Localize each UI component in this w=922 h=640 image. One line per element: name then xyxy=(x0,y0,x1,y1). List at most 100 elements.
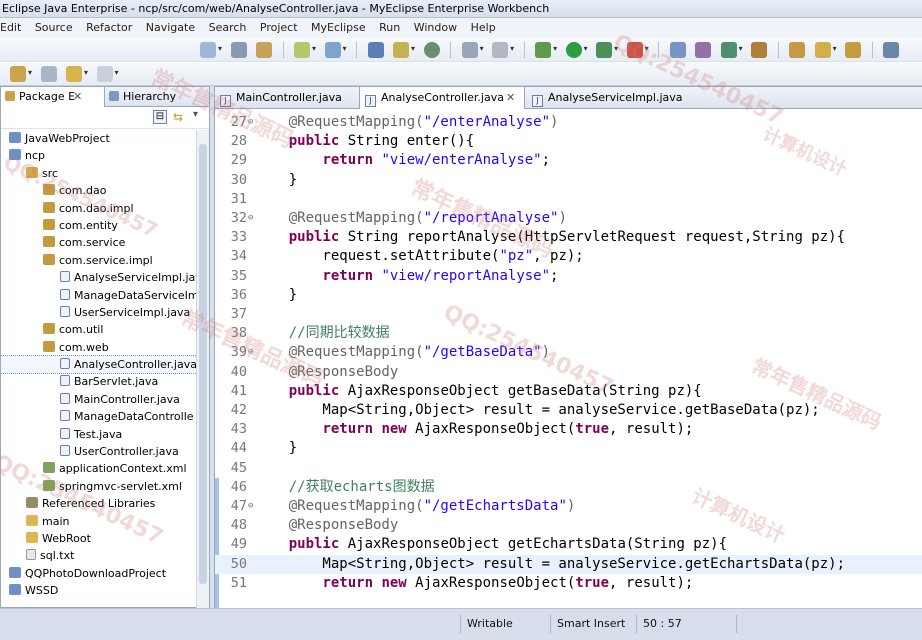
tree-item[interactable]: src xyxy=(1,165,197,182)
tree-item[interactable]: com.entity xyxy=(1,217,197,234)
code-line[interactable]: 28 public String enter(){ xyxy=(215,132,922,151)
code-line[interactable]: 38 //同期比较数据 xyxy=(215,324,922,343)
run-config-icon[interactable] xyxy=(596,42,613,58)
tree-item[interactable]: AnalyseController.java xyxy=(1,355,197,375)
tree-item[interactable]: MainController.java xyxy=(1,391,197,408)
tree-item[interactable]: com.dao xyxy=(1,182,197,199)
menu-window[interactable]: Window xyxy=(414,21,457,34)
code-line[interactable]: 44 } xyxy=(215,439,922,458)
chevron-down-icon[interactable]: ▾ xyxy=(614,44,618,53)
tree-item[interactable]: sql.txt xyxy=(1,547,197,564)
open-resource-icon[interactable] xyxy=(751,42,768,58)
tree-item[interactable]: JavaWebProject xyxy=(1,130,197,147)
tree-item[interactable]: BarServlet.java xyxy=(1,373,197,390)
code-line[interactable]: 42 Map<String,Object> result = analyseSe… xyxy=(215,401,922,420)
chevron-down-icon[interactable]: ▾ xyxy=(510,44,514,53)
tab-package-explorer[interactable]: Package E ✕ xyxy=(1,87,105,107)
code-line[interactable]: 48 @ResponseBody xyxy=(215,516,922,535)
new-interface-icon[interactable] xyxy=(695,42,712,58)
layout-icon[interactable] xyxy=(461,42,478,58)
chevron-down-icon[interactable]: ▾ xyxy=(115,68,119,77)
tree-item[interactable]: UserController.java xyxy=(1,443,197,460)
tree-item[interactable]: com.service xyxy=(1,234,197,251)
debug-icon[interactable] xyxy=(535,42,552,58)
web-browser-icon[interactable] xyxy=(423,42,440,58)
tree-item[interactable]: WebRoot xyxy=(1,530,197,547)
new-package-icon[interactable] xyxy=(669,42,686,58)
new-wizard-icon[interactable] xyxy=(720,42,737,58)
chevron-down-icon[interactable]: ▾ xyxy=(739,44,743,53)
chevron-down-icon[interactable]: ▾ xyxy=(84,68,88,77)
deploy-icon[interactable] xyxy=(294,42,311,58)
tree-item[interactable]: ManageDataControlle xyxy=(1,408,197,425)
code-line[interactable]: 47 ⊖ @RequestMapping("/getEchartsData") xyxy=(215,497,922,516)
save-icon[interactable] xyxy=(230,42,247,58)
code-line[interactable]: 46 //获取echarts图数据 xyxy=(215,478,922,497)
new-class-icon[interactable] xyxy=(393,42,410,58)
tab-analyseserviceimpl[interactable]: J AnalyseServiceImpl.java xyxy=(527,87,697,109)
tree-item[interactable]: springmvc-servlet.xml xyxy=(1,478,197,495)
tree-item[interactable]: AnalyseServiceImpl.java xyxy=(1,269,197,286)
tree-item[interactable]: Test.java xyxy=(1,426,197,443)
collapse-all-icon[interactable]: ⊟ xyxy=(153,110,167,124)
tree-item[interactable]: com.dao.impl xyxy=(1,200,197,217)
code-line[interactable]: 37 xyxy=(215,305,922,324)
chevron-down-icon[interactable]: ▾ xyxy=(411,44,415,53)
code-line[interactable]: 39 ⊖ @RequestMapping("/getBaseData") xyxy=(215,343,922,362)
tree-item[interactable]: QQPhotoDownloadProject xyxy=(1,565,197,582)
menu-edit[interactable]: Edit xyxy=(0,21,21,34)
open-folder-icon[interactable] xyxy=(845,42,862,58)
chevron-down-icon[interactable]: ▾ xyxy=(645,44,649,53)
tab-hierarchy[interactable]: Hierarchy xyxy=(105,87,211,107)
tab-analysecontroller[interactable]: J AnalyseController.java ✕ xyxy=(359,87,525,109)
tree-item[interactable]: UserServiceImpl.java xyxy=(1,304,197,321)
settings-icon[interactable] xyxy=(492,42,509,58)
open-type-icon[interactable] xyxy=(367,42,384,58)
chevron-down-icon[interactable]: ▾ xyxy=(312,44,316,53)
tree-item[interactable]: applicationContext.xml xyxy=(1,460,197,477)
chevron-down-icon[interactable]: ▾ xyxy=(833,44,837,53)
pin-icon[interactable] xyxy=(10,66,26,82)
tree-item[interactable]: WSSD xyxy=(1,582,197,599)
code-line[interactable]: 30 } xyxy=(215,171,922,190)
task-icon[interactable] xyxy=(789,42,806,58)
code-line[interactable]: 40 @ResponseBody xyxy=(215,363,922,382)
forward-icon[interactable] xyxy=(96,66,113,82)
tree-item[interactable]: ManageDataServiceIm xyxy=(1,287,197,304)
menu-myeclipse[interactable]: MyEclipse xyxy=(311,21,366,34)
tree-scrollbar[interactable] xyxy=(196,130,209,608)
code-line[interactable]: 50 Map<String,Object> result = analyseSe… xyxy=(215,554,922,574)
chevron-down-icon[interactable]: ▾ xyxy=(553,44,557,53)
fold-toggle-icon[interactable]: ⊖ xyxy=(248,209,253,228)
code-line[interactable]: 51 return new AjaxResponseObject(true, r… xyxy=(215,574,922,593)
chevron-down-icon[interactable]: ▾ xyxy=(343,44,347,53)
menu-project[interactable]: Project xyxy=(260,21,298,34)
code-line[interactable]: 32 ⊖ @RequestMapping("/reportAnalyse") xyxy=(215,209,922,228)
chevron-down-icon[interactable]: ▾ xyxy=(480,44,484,53)
fold-toggle-icon[interactable]: ⊖ xyxy=(248,113,253,132)
view-menu-icon[interactable]: ▾ xyxy=(193,109,198,120)
code-line[interactable]: 35 return "view/reportAnalyse"; xyxy=(215,267,922,286)
tree-item[interactable]: ncp xyxy=(1,147,197,164)
code-line[interactable]: 36 } xyxy=(215,286,922,305)
new-icon[interactable] xyxy=(200,42,216,58)
tab-maincontroller[interactable]: J MainController.java xyxy=(215,87,357,109)
code-line[interactable]: 34 request.setAttribute("pz", pz); xyxy=(215,247,922,266)
code-line[interactable]: 45 xyxy=(215,459,922,478)
fold-toggle-icon[interactable]: ⊖ xyxy=(248,497,253,516)
tree-item[interactable]: com.web xyxy=(1,339,197,356)
tree-item[interactable]: com.service.impl xyxy=(1,252,197,269)
back-icon[interactable] xyxy=(66,66,83,82)
menu-refactor[interactable]: Refactor xyxy=(86,21,132,34)
last-edit-icon[interactable] xyxy=(40,66,57,82)
menu-run[interactable]: Run xyxy=(379,21,400,34)
code-line[interactable]: 43 return new AjaxResponseObject(true, r… xyxy=(215,420,922,439)
perspective-icon[interactable] xyxy=(883,42,900,58)
code-line[interactable]: 41 public AjaxResponseObject getBaseData… xyxy=(215,382,922,401)
scrollbar-thumb[interactable] xyxy=(199,144,207,584)
code-line[interactable]: 31 xyxy=(215,190,922,209)
code-line[interactable]: 33 public String reportAnalyse(HttpServl… xyxy=(215,228,922,247)
code-line[interactable]: 27 ⊖ @RequestMapping("/enterAnalyse") xyxy=(215,113,922,132)
code-line[interactable]: 49 public AjaxResponseObject getEchartsD… xyxy=(215,535,922,554)
menu-navigate[interactable]: Navigate xyxy=(146,21,195,34)
